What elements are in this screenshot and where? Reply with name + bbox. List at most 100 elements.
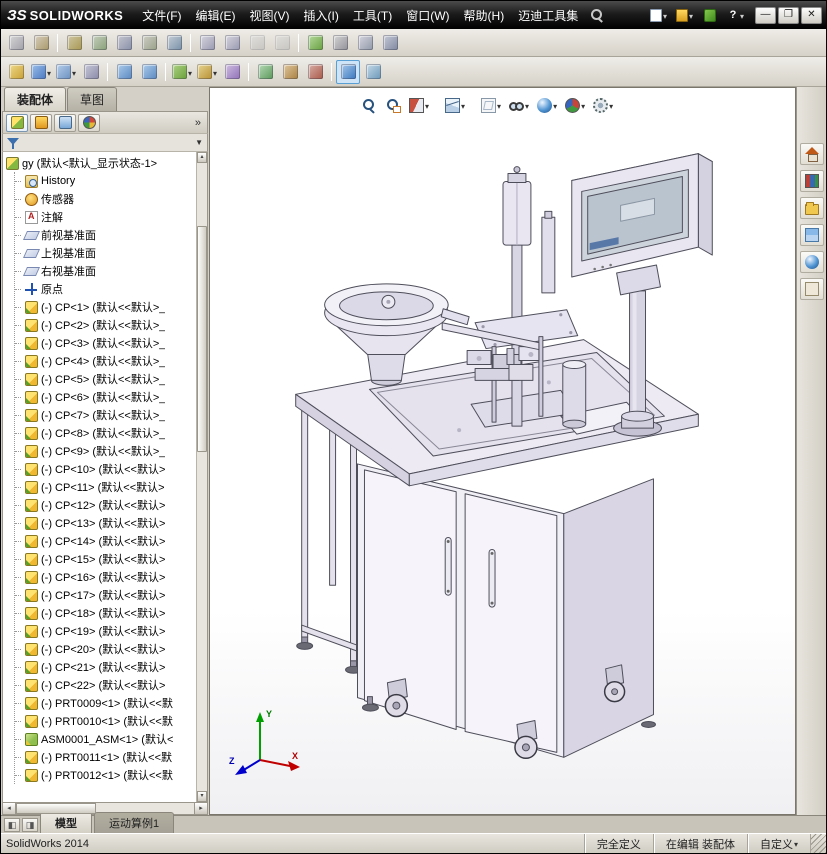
menu-item[interactable]: 迈迪工具集	[511, 2, 585, 29]
section-view-button[interactable]	[406, 95, 432, 115]
tree-item[interactable]: 传感器	[15, 190, 196, 208]
smart-fasteners-button[interactable]	[79, 60, 103, 84]
tree-item[interactable]: (-) CP<7> (默认<<默认>_	[15, 406, 196, 424]
displaymanager-tab[interactable]	[78, 113, 100, 132]
tree-item[interactable]: (-) CP<19> (默认<<默认>	[15, 622, 196, 640]
explode-line-sketch-button[interactable]	[303, 60, 327, 84]
select-tool-button[interactable]	[4, 31, 28, 55]
assembly-features-button[interactable]	[170, 60, 194, 84]
graphics-viewport[interactable]: Y X Z	[209, 87, 796, 815]
tree-item[interactable]: (-) PRT0010<1> (默认<<默	[15, 712, 196, 730]
new-document-button[interactable]	[647, 5, 670, 25]
print-preview-button[interactable]	[353, 31, 377, 55]
tree-item[interactable]: (-) CP<4> (默认<<默认>_	[15, 352, 196, 370]
filter-dropdown-icon[interactable]: ▼	[195, 138, 203, 147]
split-vertical-button[interactable]: ◨	[22, 818, 38, 832]
menu-item[interactable]: 编辑(E)	[189, 2, 243, 29]
tree-item[interactable]: (-) CP<12> (默认<<默认>	[15, 496, 196, 514]
insert-components-button[interactable]	[4, 60, 28, 84]
scroll-down-arrow[interactable]	[197, 791, 207, 802]
menu-item[interactable]: 窗口(W)	[399, 2, 456, 29]
window-cascade-button[interactable]	[195, 31, 219, 55]
view-settings-button[interactable]	[590, 95, 616, 115]
mass-properties-button[interactable]	[87, 31, 111, 55]
interference-detection-button[interactable]	[336, 59, 360, 84]
section-properties-button[interactable]	[112, 31, 136, 55]
bill-of-materials-button[interactable]	[253, 60, 277, 84]
menu-item[interactable]: 文件(F)	[135, 2, 188, 29]
full-screen-button[interactable]	[245, 31, 269, 55]
menu-item[interactable]: 视图(V)	[243, 2, 297, 29]
options-button[interactable]	[378, 31, 402, 55]
tree-root-item[interactable]: gy (默认<默认_显示状态-1>	[6, 154, 196, 172]
tree-item[interactable]: (-) CP<9> (默认<<默认>_	[15, 442, 196, 460]
tab-assembly[interactable]: 装配体	[4, 87, 67, 111]
tree-item[interactable]: (-) CP<17> (默认<<默认>	[15, 586, 196, 604]
print-button[interactable]	[328, 31, 352, 55]
tree-item[interactable]: (-) PRT0011<1> (默认<<默	[15, 748, 196, 766]
reference-geometry-button[interactable]	[195, 60, 219, 84]
zoom-to-fit-button[interactable]	[358, 95, 380, 115]
file-explorer-button[interactable]	[799, 197, 824, 219]
viewport-layout-button[interactable]	[270, 31, 294, 55]
tree-item[interactable]: 上视基准面	[15, 244, 196, 262]
tree-item[interactable]: (-) CP<5> (默认<<默认>_	[15, 370, 196, 388]
scroll-thumb[interactable]	[16, 803, 97, 814]
check-model-button[interactable]	[137, 31, 161, 55]
tree-item[interactable]: ASM0001_ASM<1> (默认<	[15, 730, 196, 748]
menu-item[interactable]: 插入(I)	[297, 2, 346, 29]
tree-item[interactable]: (-) CP<1> (默认<<默认>_	[15, 298, 196, 316]
split-horizontal-button[interactable]: ◧	[4, 818, 20, 832]
tab-motion-study[interactable]: 运动算例1	[94, 812, 175, 833]
statistics-button[interactable]	[162, 31, 186, 55]
help-button[interactable]: ?	[724, 5, 747, 25]
propertymanager-tab[interactable]	[30, 113, 52, 132]
tree-item[interactable]: (-) CP<16> (默认<<默认>	[15, 568, 196, 586]
tab-model[interactable]: 模型	[40, 812, 92, 833]
tree-item[interactable]: (-) CP<21> (默认<<默认>	[15, 658, 196, 676]
sketch-entities-button[interactable]	[29, 31, 53, 55]
configurationmanager-tab[interactable]	[54, 113, 76, 132]
tree-item[interactable]: 右视基准面	[15, 262, 196, 280]
tree-item[interactable]: (-) CP<13> (默认<<默认>	[15, 514, 196, 532]
edit-appearance-button[interactable]	[534, 95, 560, 115]
new-motion-study-button[interactable]	[220, 60, 244, 84]
tree-item[interactable]: (-) CP<2> (默认<<默认>_	[15, 316, 196, 334]
tree-item[interactable]: (-) CP<11> (默认<<默认>	[15, 478, 196, 496]
scroll-right-arrow[interactable]	[194, 803, 207, 814]
tree-item[interactable]: History	[15, 172, 196, 190]
menu-item[interactable]: 帮助(H)	[457, 2, 512, 29]
restore-button[interactable]: ❐	[778, 6, 799, 24]
tree-vertical-scrollbar[interactable]	[196, 152, 207, 802]
tree-item[interactable]: (-) CP<8> (默认<<默认>_	[15, 424, 196, 442]
apply-scene-button[interactable]	[562, 95, 588, 115]
tree-item[interactable]: (-) CP<10> (默认<<默认>	[15, 460, 196, 478]
toolbox-button[interactable]	[699, 5, 721, 25]
resize-grip[interactable]	[810, 834, 826, 853]
tree-item[interactable]: (-) PRT0012<1> (默认<<默	[15, 766, 196, 784]
tree-item[interactable]: (-) CP<14> (默认<<默认>	[15, 532, 196, 550]
tree-horizontal-scrollbar[interactable]	[2, 802, 208, 815]
pin-icon[interactable]	[589, 8, 603, 22]
scroll-thumb[interactable]	[197, 225, 207, 452]
tree-item[interactable]: (-) PRT0009<1> (默认<<默	[15, 694, 196, 712]
view-palette-button[interactable]	[799, 224, 824, 246]
zoom-to-area-button[interactable]	[382, 95, 404, 115]
measure-button[interactable]	[62, 31, 86, 55]
assembly-visualization-button[interactable]	[361, 60, 385, 84]
rotate-component-button[interactable]	[137, 60, 161, 84]
design-table-button[interactable]	[303, 31, 327, 55]
hide-show-items-button[interactable]	[506, 95, 532, 115]
tree-item[interactable]: 前视基准面	[15, 226, 196, 244]
close-button[interactable]: ✕	[801, 6, 822, 24]
featuremanager-tab[interactable]	[6, 113, 28, 132]
tree-item[interactable]: (-) CP<15> (默认<<默认>	[15, 550, 196, 568]
linear-component-pattern-button[interactable]	[54, 60, 78, 84]
tree-item[interactable]: (-) CP<18> (默认<<默认>	[15, 604, 196, 622]
solidworks-resources-button[interactable]	[799, 143, 824, 165]
view-orientation-button[interactable]	[442, 95, 468, 115]
display-style-button[interactable]	[478, 95, 504, 115]
appearances-button[interactable]	[799, 251, 824, 273]
tree-item[interactable]: (-) CP<22> (默认<<默认>	[15, 676, 196, 694]
tree-item[interactable]: 注解	[15, 208, 196, 226]
